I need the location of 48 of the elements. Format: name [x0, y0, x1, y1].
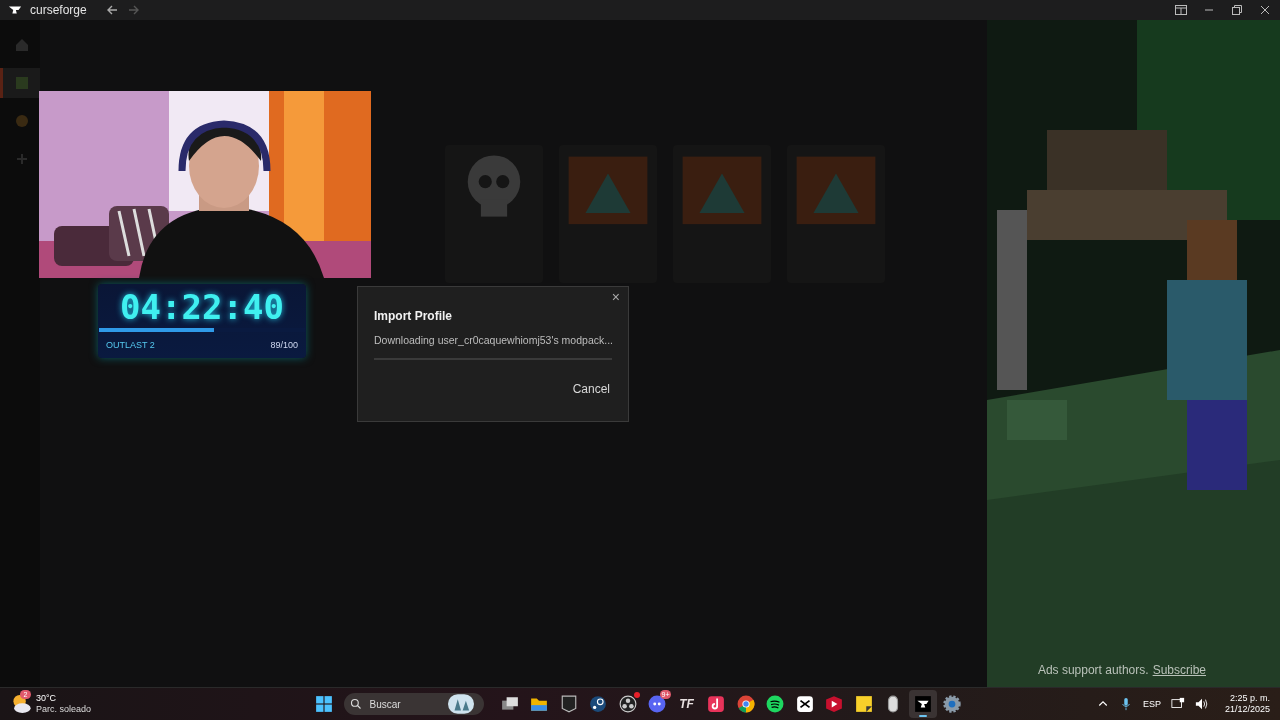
restore-button[interactable]: [1230, 3, 1244, 17]
restore-icon: [1232, 5, 1242, 15]
sound-waves-icon: [766, 695, 784, 713]
app-logo-text: TF: [679, 697, 694, 711]
home-icon: [13, 37, 30, 53]
windows-logo-icon: [315, 695, 333, 713]
progress-count: 89/100: [270, 340, 298, 350]
close-button[interactable]: [1258, 3, 1272, 17]
speaker-icon: [1194, 697, 1209, 711]
close-button[interactable]: ×: [609, 289, 622, 305]
shield-icon: [559, 695, 578, 713]
steam-icon: [589, 695, 607, 713]
subscribe-link[interactable]: Subscribe: [1152, 663, 1206, 677]
active-indicator: [918, 715, 927, 717]
snowy-trees-icon: [447, 691, 474, 717]
minimize-icon: [1204, 9, 1214, 11]
layout-button[interactable]: [1174, 3, 1188, 17]
app-name: curseforge: [30, 3, 87, 17]
sun-cloud-icon: [10, 693, 32, 715]
sticky-note-icon: [854, 695, 873, 713]
taskbar-app[interactable]: [908, 690, 937, 718]
weather-condition: Parc. soleado: [36, 704, 92, 715]
search-box[interactable]: Buscar: [343, 693, 484, 715]
windows-icon: [500, 695, 519, 713]
ad-note: Ads support authors.: [1037, 663, 1149, 677]
language-indicator[interactable]: ESP: [1142, 699, 1161, 709]
dialog-title: Import Profile: [374, 309, 453, 323]
browser-icon: [736, 695, 755, 713]
cancel-button[interactable]: Cancel: [570, 378, 612, 400]
play-icon: [825, 695, 843, 713]
chat-icon: [648, 695, 666, 713]
search-field[interactable]: Buscar: [367, 697, 442, 711]
network-icon: [1170, 697, 1185, 711]
folder-icon: [530, 695, 548, 713]
dialog-message: Downloading user_cr0caquewhiomj53's modpack...: [374, 334, 612, 346]
close-icon: [1260, 5, 1270, 15]
clock-time: 2:25 p. m.: [1229, 693, 1270, 704]
music-note-icon: [707, 695, 725, 713]
taskbar-app[interactable]: TF: [672, 690, 701, 718]
timer-time: 04:22:40: [119, 288, 285, 326]
layout-icon: [1175, 5, 1187, 15]
clock-date: 21/12/2025: [1224, 704, 1270, 715]
settings-icon: [943, 695, 961, 713]
search-icon: [349, 698, 362, 710]
game-title: OUTLAST 2: [106, 340, 155, 350]
grass-block-icon: [13, 75, 30, 91]
anvil-icon: [913, 695, 932, 713]
temperature: 30°C: [36, 693, 58, 704]
